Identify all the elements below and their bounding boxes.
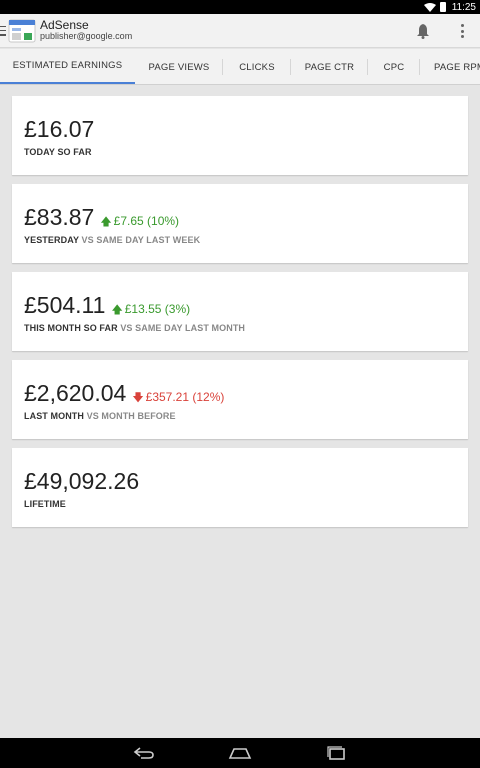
account-email: publisher@google.com xyxy=(40,31,133,42)
comparison-label: VS SAME DAY LAST MONTH xyxy=(120,323,246,333)
wifi-icon xyxy=(423,2,436,12)
period-label: YESTERDAY xyxy=(24,235,79,245)
comparison-label: VS SAME DAY LAST WEEK xyxy=(81,235,201,245)
tab-clicks[interactable]: CLICKS xyxy=(223,49,291,84)
earnings-value: £83.87 xyxy=(24,204,95,230)
earnings-cards: £16.07 TODAY SO FAR £83.87 🡅 £7.65 (10%)… xyxy=(12,96,468,536)
tab-page-rpm[interactable]: PAGE RPM xyxy=(420,49,480,84)
arrow-up-icon: 🡅 xyxy=(100,216,112,228)
back-button[interactable] xyxy=(131,745,157,761)
drawer-menu-icon[interactable] xyxy=(0,25,6,36)
bell-icon[interactable] xyxy=(416,23,430,39)
tab-page-views[interactable]: PAGE VIEWS xyxy=(135,49,223,84)
arrow-down-icon: 🡇 xyxy=(132,392,144,404)
period-label: LAST MONTH xyxy=(24,411,84,421)
earnings-value: £16.07 xyxy=(24,116,95,142)
period-label: TODAY SO FAR xyxy=(24,147,92,157)
delta-change: 🡇 £357.21 (12%) xyxy=(132,389,224,408)
tab-bar: ESTIMATED EARNINGS PAGE VIEWS CLICKS PAG… xyxy=(0,49,480,85)
recents-icon xyxy=(327,746,345,760)
card-yesterday[interactable]: £83.87 🡅 £7.65 (10%) YESTERDAY VS SAME D… xyxy=(12,184,468,263)
comparison-label: VS MONTH BEFORE xyxy=(86,411,176,421)
earnings-value: £504.11 xyxy=(24,292,106,318)
earnings-value: £2,620.04 xyxy=(24,380,127,406)
status-bar: 11:25 xyxy=(0,0,480,14)
period-label: THIS MONTH SO FAR xyxy=(24,323,118,333)
back-icon xyxy=(133,747,154,759)
earnings-value: £49,092.26 xyxy=(24,468,140,494)
delta-value: £13.55 (3%) xyxy=(124,302,191,316)
tab-page-ctr[interactable]: PAGE CTR xyxy=(291,49,368,84)
delta-value: £357.21 (12%) xyxy=(145,390,225,404)
card-lifetime[interactable]: £49,092.26 LIFETIME xyxy=(12,448,468,527)
delta-change: 🡅 £7.65 (10%) xyxy=(100,213,179,232)
delta-value: £7.65 (10%) xyxy=(113,214,180,228)
tab-cpc[interactable]: CPC xyxy=(368,49,420,84)
home-button[interactable] xyxy=(227,745,253,761)
adsense-logo-icon[interactable] xyxy=(8,18,36,44)
delta-change: 🡅 £13.55 (3%) xyxy=(111,301,190,320)
arrow-up-icon: 🡅 xyxy=(111,304,123,316)
period-label: LIFETIME xyxy=(24,499,66,509)
recents-button[interactable] xyxy=(323,745,349,761)
battery-icon xyxy=(439,2,446,12)
tab-estimated-earnings[interactable]: ESTIMATED EARNINGS xyxy=(0,49,135,84)
system-nav-bar xyxy=(0,738,480,768)
card-last-month[interactable]: £2,620.04 🡇 £357.21 (12%) LAST MONTH VS … xyxy=(12,360,468,439)
overflow-menu-icon[interactable] xyxy=(460,24,464,38)
card-this-month[interactable]: £504.11 🡅 £13.55 (3%) THIS MONTH SO FAR … xyxy=(12,272,468,351)
card-today[interactable]: £16.07 TODAY SO FAR xyxy=(12,96,468,175)
app-title-block[interactable]: AdSense publisher@google.com xyxy=(40,18,133,42)
status-time: 11:25 xyxy=(451,1,476,13)
home-icon xyxy=(228,748,252,759)
action-bar: AdSense publisher@google.com xyxy=(0,14,480,48)
